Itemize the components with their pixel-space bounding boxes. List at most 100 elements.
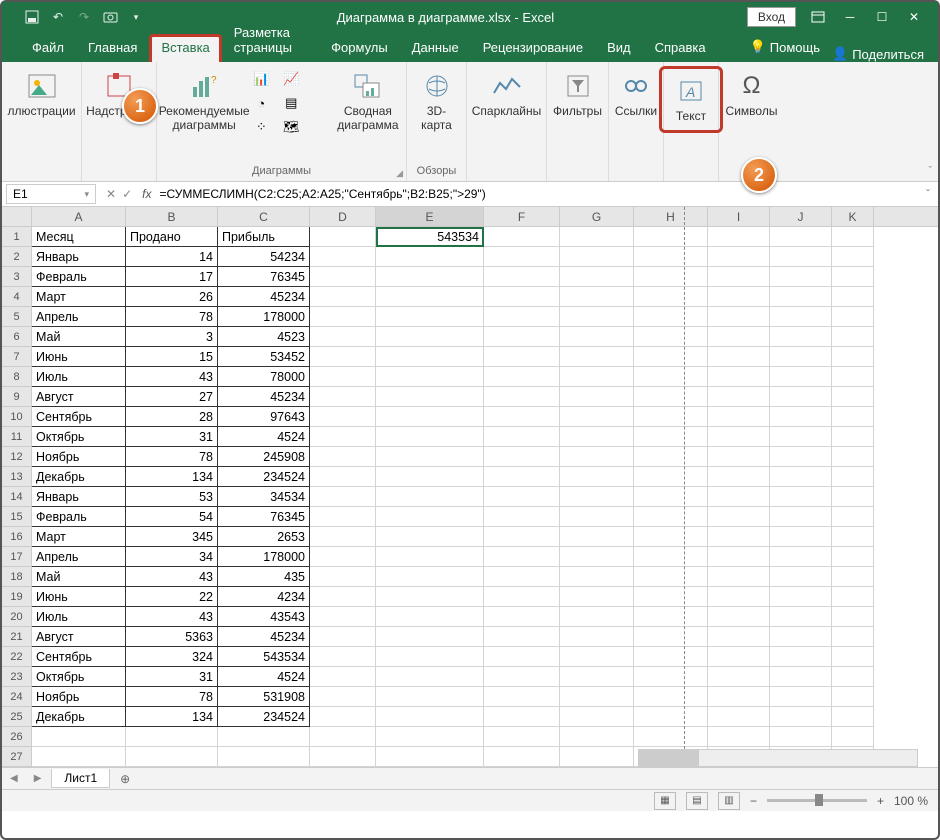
cell[interactable]: [832, 727, 874, 747]
cell[interactable]: [310, 267, 376, 287]
cell[interactable]: [770, 687, 832, 707]
cell[interactable]: [770, 607, 832, 627]
cell[interactable]: 134: [126, 707, 218, 727]
cell[interactable]: [634, 527, 708, 547]
cell[interactable]: 245908: [218, 447, 310, 467]
row-header[interactable]: 18: [2, 567, 32, 587]
cell[interactable]: [376, 607, 484, 627]
cell[interactable]: [708, 627, 770, 647]
row-header[interactable]: 16: [2, 527, 32, 547]
cell[interactable]: [376, 307, 484, 327]
row-header[interactable]: 21: [2, 627, 32, 647]
cell[interactable]: [310, 487, 376, 507]
cell[interactable]: 54234: [218, 247, 310, 267]
row-header[interactable]: 20: [2, 607, 32, 627]
cell[interactable]: [376, 707, 484, 727]
column-header[interactable]: E: [376, 207, 484, 226]
cell[interactable]: [376, 747, 484, 767]
cell[interactable]: [708, 287, 770, 307]
recommended-charts-button[interactable]: ? Рекомендуемые диаграммы: [163, 66, 245, 137]
cell[interactable]: [376, 487, 484, 507]
cell[interactable]: [560, 547, 634, 567]
cell[interactable]: [770, 407, 832, 427]
cell[interactable]: [560, 567, 634, 587]
cell[interactable]: [484, 327, 560, 347]
name-box[interactable]: E1▾: [6, 184, 96, 204]
cell[interactable]: 27: [126, 387, 218, 407]
cell[interactable]: [560, 327, 634, 347]
cell[interactable]: 15: [126, 347, 218, 367]
cell[interactable]: 53: [126, 487, 218, 507]
cell[interactable]: [770, 367, 832, 387]
cell[interactable]: [634, 247, 708, 267]
cell[interactable]: [770, 547, 832, 567]
cell[interactable]: [832, 547, 874, 567]
cell[interactable]: [32, 727, 126, 747]
cell[interactable]: [560, 367, 634, 387]
cell[interactable]: [832, 647, 874, 667]
cell[interactable]: [708, 687, 770, 707]
cell[interactable]: [376, 367, 484, 387]
tab-file[interactable]: Файл: [20, 34, 76, 62]
expand-formula-bar-icon[interactable]: ˇ: [918, 187, 938, 201]
cell[interactable]: [484, 607, 560, 627]
cell[interactable]: [484, 247, 560, 267]
tab-formulas[interactable]: Формулы: [319, 34, 400, 62]
tab-insert[interactable]: Вставка: [149, 34, 221, 62]
cell[interactable]: [708, 267, 770, 287]
page-break-view-icon[interactable]: ▥: [718, 792, 740, 810]
cell[interactable]: [832, 607, 874, 627]
cell[interactable]: [310, 607, 376, 627]
cell[interactable]: [832, 287, 874, 307]
cell[interactable]: [708, 327, 770, 347]
cell[interactable]: 54: [126, 507, 218, 527]
formula-input[interactable]: =СУММЕСЛИМН(C2:C25;A2:A25;"Сентябрь";B2:…: [155, 185, 918, 203]
page-layout-view-icon[interactable]: ▤: [686, 792, 708, 810]
cell[interactable]: [770, 327, 832, 347]
cell[interactable]: [484, 727, 560, 747]
cell[interactable]: [770, 627, 832, 647]
cell[interactable]: [634, 327, 708, 347]
cell[interactable]: Июнь: [32, 347, 126, 367]
tab-data[interactable]: Данные: [400, 34, 471, 62]
cell[interactable]: [770, 507, 832, 527]
sheet-tab[interactable]: Лист1: [51, 769, 110, 788]
cell[interactable]: [770, 267, 832, 287]
cell[interactable]: [832, 347, 874, 367]
cell[interactable]: [484, 567, 560, 587]
cell[interactable]: [770, 467, 832, 487]
cell[interactable]: [32, 747, 126, 767]
cell[interactable]: [770, 307, 832, 327]
cell[interactable]: [634, 607, 708, 627]
cell[interactable]: [560, 427, 634, 447]
cell[interactable]: [770, 247, 832, 267]
cell[interactable]: [832, 627, 874, 647]
cell[interactable]: Апрель: [32, 307, 126, 327]
cell[interactable]: 178000: [218, 307, 310, 327]
cell[interactable]: Март: [32, 287, 126, 307]
cell[interactable]: [484, 627, 560, 647]
cell[interactable]: [560, 667, 634, 687]
cell[interactable]: 17: [126, 267, 218, 287]
cell[interactable]: [832, 267, 874, 287]
cell[interactable]: [708, 387, 770, 407]
cell[interactable]: 34534: [218, 487, 310, 507]
cell[interactable]: [310, 707, 376, 727]
select-all-corner[interactable]: [2, 207, 32, 226]
cell[interactable]: 435: [218, 567, 310, 587]
cell[interactable]: [770, 587, 832, 607]
cell[interactable]: [832, 427, 874, 447]
cell[interactable]: Декабрь: [32, 467, 126, 487]
cell[interactable]: 78000: [218, 367, 310, 387]
save-icon[interactable]: [24, 9, 40, 25]
cell[interactable]: [708, 427, 770, 447]
cell[interactable]: [832, 687, 874, 707]
cell[interactable]: [770, 527, 832, 547]
cell[interactable]: 345: [126, 527, 218, 547]
cell[interactable]: 14: [126, 247, 218, 267]
row-header[interactable]: 10: [2, 407, 32, 427]
cell[interactable]: [832, 707, 874, 727]
scatter-chart-icon[interactable]: ⁘: [247, 116, 275, 138]
cell[interactable]: Сентябрь: [32, 647, 126, 667]
row-header[interactable]: 8: [2, 367, 32, 387]
